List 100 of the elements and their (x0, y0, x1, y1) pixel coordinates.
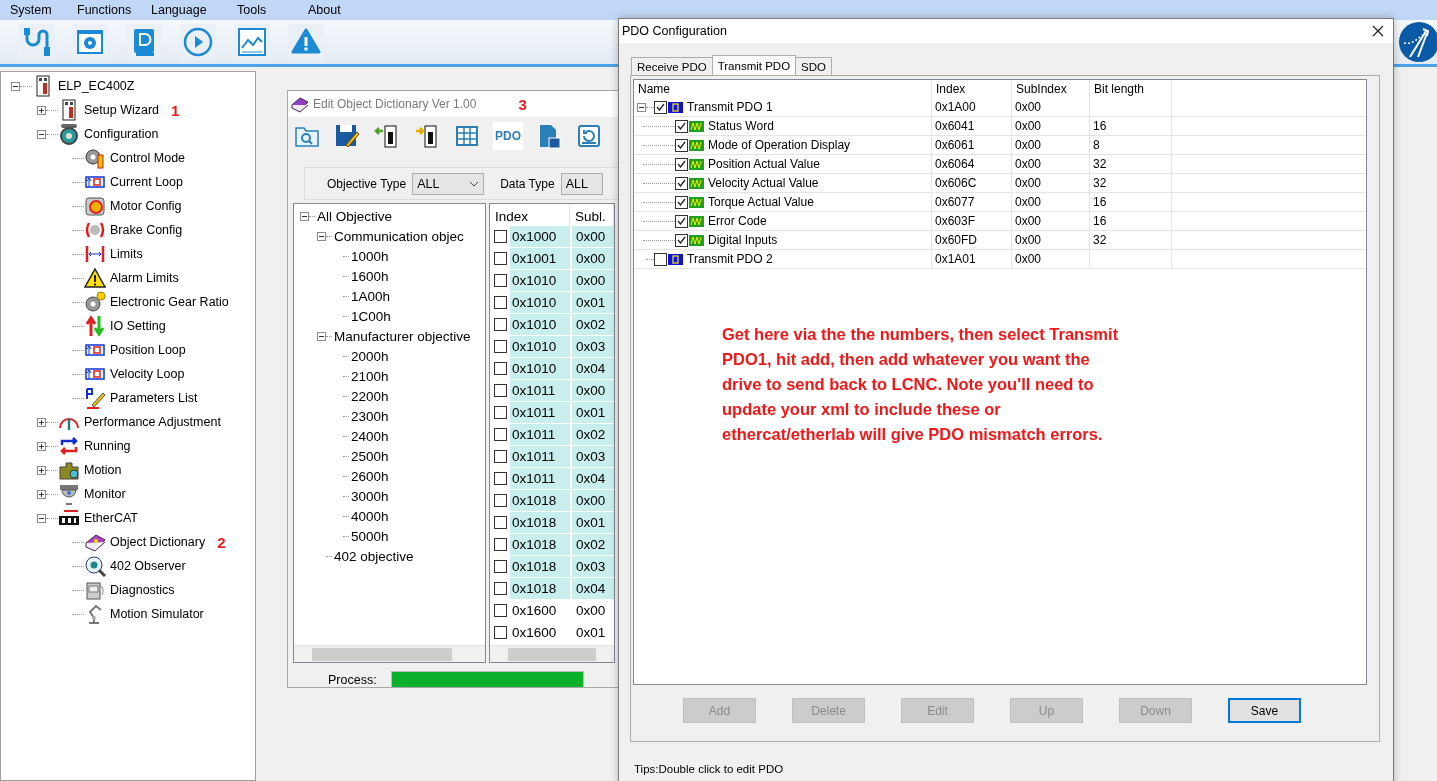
tree-item[interactable]: Velocity Loop (110, 367, 185, 381)
pdo-entry-name[interactable]: Digital Inputs (708, 233, 778, 247)
horizontal-scrollbar[interactable] (294, 645, 485, 662)
menu-item[interactable]: Tools (237, 3, 267, 17)
pdo-name[interactable]: Transmit PDO 2 (687, 252, 773, 266)
tree-expander[interactable] (637, 102, 646, 112)
tree-expander[interactable] (317, 331, 326, 341)
row-checkbox[interactable] (494, 252, 507, 265)
tree-item[interactable]: Position Loop (110, 343, 186, 357)
menu-item[interactable]: Functions (77, 3, 132, 17)
column-header[interactable]: SubIndex (1012, 80, 1090, 98)
tree-item[interactable]: Performance Adjustment (84, 415, 221, 429)
dialog-button[interactable]: Save (1228, 698, 1301, 723)
pdo-entry-name[interactable]: Mode of Operation Display (708, 138, 851, 152)
row-checkbox[interactable] (494, 582, 507, 595)
tab[interactable]: SDO (795, 57, 832, 75)
tree-item[interactable]: 2500h (351, 448, 389, 464)
tree-item[interactable]: 402 Observer (110, 559, 186, 573)
row-checkbox[interactable] (494, 384, 507, 397)
row-checkbox[interactable] (494, 626, 507, 639)
column-header[interactable]: Name (634, 80, 932, 98)
tree-expander[interactable] (37, 441, 46, 451)
tree-item[interactable]: 2200h (351, 388, 389, 404)
row-checkbox[interactable] (494, 296, 507, 309)
tree-item[interactable]: Configuration (84, 127, 159, 141)
tree-item[interactable]: 2400h (351, 428, 389, 444)
row-checkbox[interactable] (494, 230, 507, 243)
tree-item[interactable]: 1000h (351, 248, 389, 264)
row-checkbox[interactable] (494, 340, 507, 353)
pdo-name[interactable]: Transmit PDO 1 (687, 100, 773, 114)
row-checkbox[interactable] (494, 450, 507, 463)
tree-item[interactable]: 3000h (351, 488, 389, 504)
tree-item[interactable]: Motion Simulator (110, 607, 204, 621)
row-checkbox[interactable] (494, 362, 507, 375)
tree-item[interactable]: Motor Config (110, 199, 182, 213)
pdo-entry-name[interactable]: Velocity Actual Value (708, 176, 819, 190)
tree-expander[interactable] (11, 81, 20, 91)
checkbox[interactable] (675, 138, 688, 152)
tree-expander[interactable] (317, 231, 326, 241)
tree-item[interactable]: Diagnostics (110, 583, 175, 597)
tree-item[interactable]: Object Dictionary (110, 535, 206, 549)
tree-item[interactable]: Setup Wizard (84, 103, 160, 117)
row-checkbox[interactable] (494, 318, 507, 331)
tree-item[interactable]: ELP_EC400Z (58, 79, 135, 93)
checkbox[interactable] (675, 119, 688, 133)
tree-item[interactable]: 5000h (351, 528, 389, 544)
tab[interactable]: Transmit PDO (711, 55, 797, 75)
checkbox[interactable] (675, 233, 688, 247)
checkbox[interactable] (675, 214, 688, 228)
row-checkbox[interactable] (494, 428, 507, 441)
row-checkbox[interactable] (494, 274, 507, 287)
tree-item[interactable]: 4000h (351, 508, 389, 524)
toolbar-button[interactable] (333, 122, 361, 150)
tree-item[interactable]: Alarm Limits (110, 271, 179, 285)
row-checkbox[interactable] (494, 406, 507, 419)
tree-item[interactable]: EtherCAT (84, 511, 138, 525)
tree-item[interactable]: Manufacturer objective (334, 328, 471, 344)
checkbox[interactable] (654, 100, 667, 114)
menu-item[interactable]: About (308, 3, 341, 17)
pdo-entry-name[interactable]: Status Word (708, 119, 774, 133)
tree-expander[interactable] (37, 489, 46, 499)
tree-expander[interactable] (37, 465, 46, 475)
tree-expander[interactable] (37, 513, 46, 523)
tree-item[interactable]: 2300h (351, 408, 389, 424)
dropdown[interactable]: ALL (560, 172, 603, 195)
row-checkbox[interactable] (494, 560, 507, 573)
horizontal-scrollbar[interactable] (490, 645, 614, 662)
tree-item[interactable]: IO Setting (110, 319, 166, 333)
tree-item[interactable]: Electronic Gear Ratio (110, 295, 229, 309)
pdo-entry-name[interactable]: Torque Actual Value (708, 195, 814, 209)
tree-item[interactable]: Parameters List (110, 391, 198, 405)
column-header[interactable]: Index (932, 80, 1012, 98)
checkbox[interactable] (654, 252, 667, 266)
tree-item[interactable]: 1C00h (351, 308, 391, 324)
tree-expander[interactable] (37, 105, 46, 115)
tree-item[interactable]: Running (84, 439, 131, 453)
tree-expander[interactable] (37, 417, 46, 427)
tree-item[interactable]: Monitor (84, 487, 126, 501)
tree-item[interactable]: Control Mode (110, 151, 186, 165)
tab[interactable]: Receive PDO (631, 57, 713, 75)
tree-expander[interactable] (37, 129, 46, 139)
menu-item[interactable]: System (10, 3, 52, 17)
tree-item[interactable]: 1A00h (351, 288, 391, 304)
tree-item[interactable]: Brake Config (110, 223, 183, 237)
checkbox[interactable] (675, 157, 688, 171)
column-header[interactable]: Bit length (1090, 80, 1172, 98)
pdo-entry-name[interactable]: Error Code (708, 214, 767, 228)
tree-expander[interactable] (300, 211, 309, 221)
tree-item[interactable]: 2000h (351, 348, 389, 364)
tree-item[interactable]: Current Loop (110, 175, 183, 189)
row-checkbox[interactable] (494, 472, 507, 485)
checkbox[interactable] (675, 176, 688, 190)
menu-item[interactable]: Language (151, 3, 207, 17)
tree-item[interactable]: 1600h (351, 268, 389, 284)
tree-item[interactable]: Limits (110, 247, 143, 261)
row-checkbox[interactable] (494, 604, 507, 617)
row-checkbox[interactable] (494, 516, 507, 529)
tree-item[interactable]: 2100h (351, 368, 389, 384)
checkbox[interactable] (675, 195, 688, 209)
tree-item[interactable]: Communication objec (334, 228, 464, 244)
